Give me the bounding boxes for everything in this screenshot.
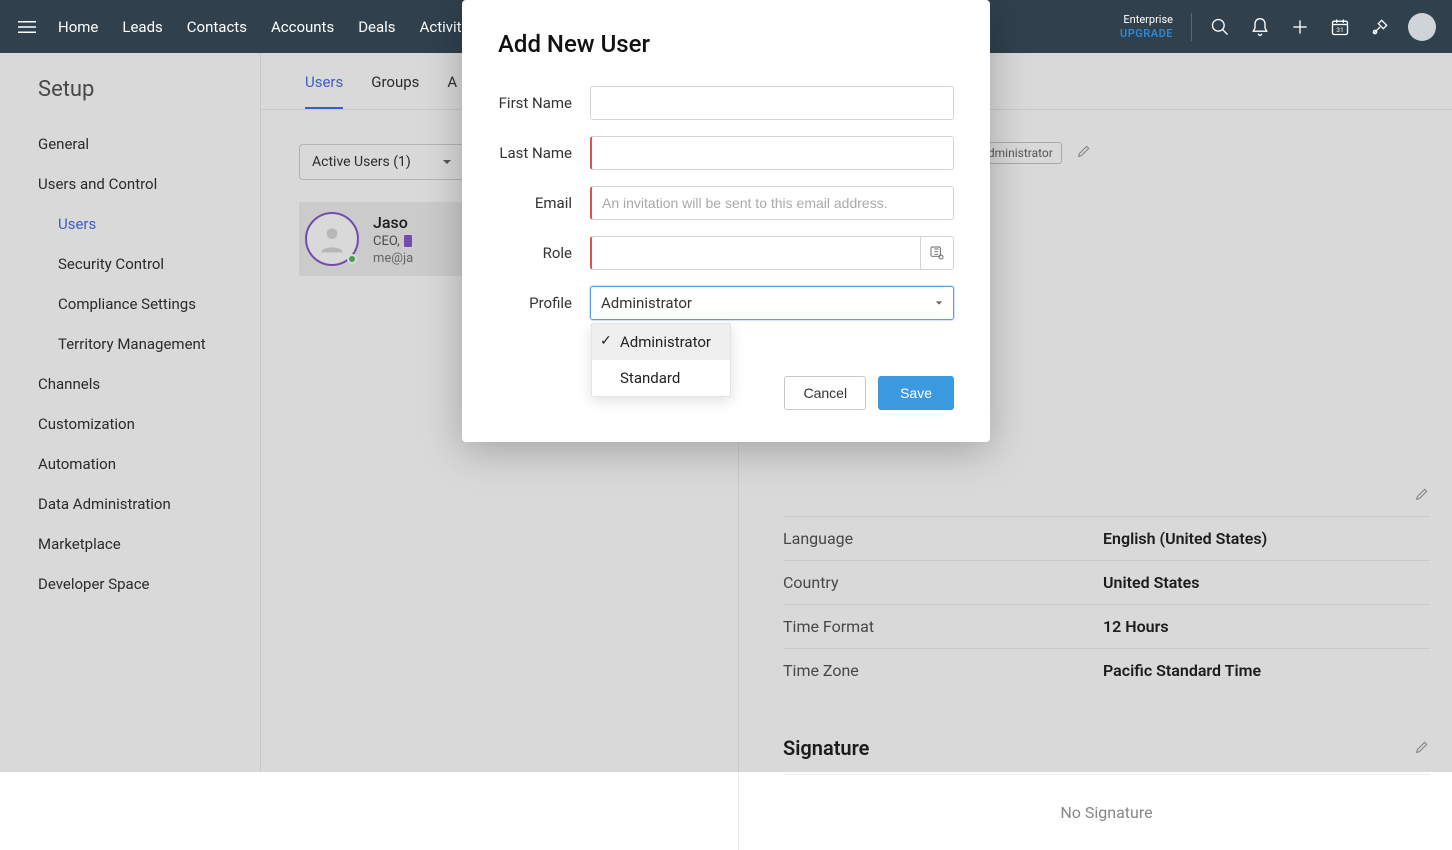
row-email: Email	[498, 186, 954, 220]
nav-leads[interactable]: Leads	[110, 0, 174, 53]
add-user-modal: Add New User First Name Last Name Email …	[462, 0, 990, 442]
calendar-icon[interactable]: 31	[1320, 0, 1360, 53]
profile-option-standard[interactable]: Standard	[592, 360, 730, 396]
label-firstname: First Name	[498, 94, 590, 112]
plus-icon[interactable]	[1280, 0, 1320, 53]
input-email[interactable]	[590, 186, 954, 220]
tools-icon[interactable]	[1360, 0, 1400, 53]
nav-contacts[interactable]: Contacts	[175, 0, 259, 53]
nav-links: Home Leads Contacts Accounts Deals Activ…	[46, 0, 493, 53]
row-firstname: First Name	[498, 86, 954, 120]
plan-info: Enterprise UPGRADE	[1120, 13, 1183, 39]
input-firstname[interactable]	[590, 86, 954, 120]
role-lookup-button[interactable]	[920, 236, 954, 270]
row-lastname: Last Name	[498, 136, 954, 170]
nav-deals[interactable]: Deals	[346, 0, 407, 53]
label-role: Role	[498, 244, 590, 262]
profile-dropdown: Administrator Standard	[591, 323, 731, 397]
label-email: Email	[498, 194, 590, 212]
label-profile: Profile	[498, 294, 590, 312]
nav-home[interactable]: Home	[46, 0, 110, 53]
lookup-icon	[929, 245, 945, 261]
no-signature-text: No Signature	[783, 775, 1430, 850]
nav-right: Enterprise UPGRADE 31	[1120, 0, 1442, 53]
row-role: Role	[498, 236, 954, 270]
divider	[1191, 13, 1192, 41]
chevron-down-icon	[935, 299, 943, 307]
plan-label: Enterprise	[1120, 13, 1173, 26]
search-icon[interactable]	[1200, 0, 1240, 53]
upgrade-link[interactable]: UPGRADE	[1120, 27, 1173, 40]
cancel-button[interactable]: Cancel	[784, 376, 866, 410]
menu-icon[interactable]	[10, 18, 44, 36]
profile-select[interactable]: Administrator Administrator Standard	[590, 286, 954, 320]
row-profile: Profile Administrator Administrator Stan…	[498, 286, 954, 320]
svg-text:31: 31	[1336, 26, 1343, 34]
user-avatar[interactable]	[1408, 13, 1436, 41]
save-button[interactable]: Save	[878, 376, 954, 410]
nav-accounts[interactable]: Accounts	[259, 0, 346, 53]
modal-title: Add New User	[498, 30, 954, 58]
label-lastname: Last Name	[498, 144, 590, 162]
input-role[interactable]	[590, 236, 920, 270]
profile-selected-value: Administrator	[601, 294, 692, 312]
profile-option-administrator[interactable]: Administrator	[592, 324, 730, 360]
bell-icon[interactable]	[1240, 0, 1280, 53]
input-lastname[interactable]	[590, 136, 954, 170]
